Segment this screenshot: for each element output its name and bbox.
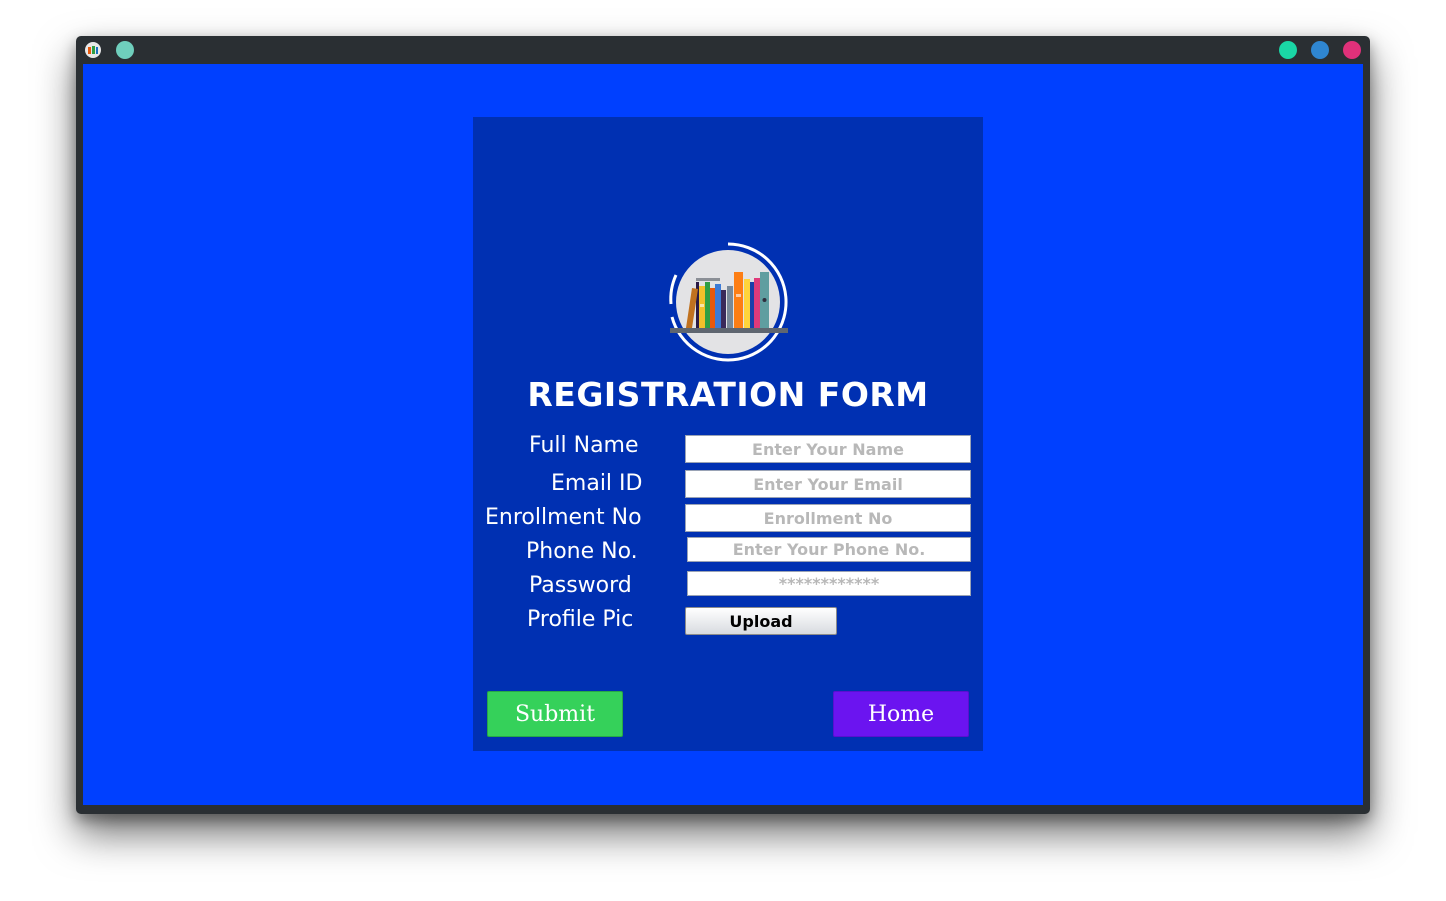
minimize-button[interactable] <box>1279 41 1297 59</box>
full-name-input[interactable] <box>685 435 971 463</box>
upload-button[interactable]: Upload <box>685 607 837 635</box>
content-area: REGISTRATION FORM Full Name Email ID Enr… <box>83 64 1363 805</box>
registration-panel: REGISTRATION FORM Full Name Email ID Enr… <box>473 117 983 751</box>
submit-button[interactable]: Submit <box>487 691 623 737</box>
close-button[interactable] <box>1343 41 1361 59</box>
email-label: Email ID <box>551 471 643 496</box>
enrollment-label: Enrollment No <box>485 505 642 530</box>
form-title: REGISTRATION FORM <box>527 375 929 414</box>
app-window: REGISTRATION FORM Full Name Email ID Enr… <box>76 36 1370 814</box>
bookshelf-logo <box>669 242 788 362</box>
home-button[interactable]: Home <box>833 691 969 737</box>
maximize-button[interactable] <box>1311 41 1329 59</box>
password-input[interactable] <box>687 571 971 596</box>
password-label: Password <box>529 573 632 598</box>
email-input[interactable] <box>685 470 971 498</box>
title-bar[interactable] <box>76 36 1370 64</box>
title-dot-icon <box>116 41 134 59</box>
phone-input[interactable] <box>687 537 971 562</box>
enrollment-input[interactable] <box>685 504 971 532</box>
phone-label: Phone No. <box>526 539 638 564</box>
profile-pic-label: Profile Pic <box>527 607 634 632</box>
books-app-icon <box>85 42 101 58</box>
full-name-label: Full Name <box>529 433 639 458</box>
